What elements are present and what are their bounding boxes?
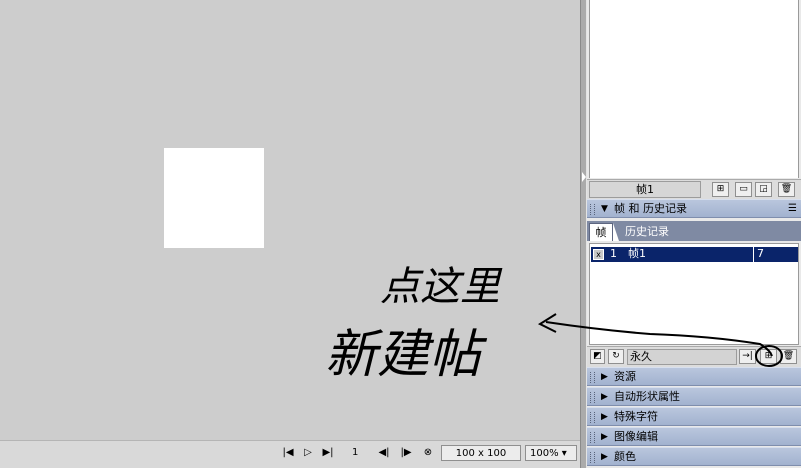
zoom-select[interactable]: 100% ▾: [525, 445, 577, 461]
tab-history[interactable]: 历史记录: [617, 224, 677, 241]
canvas-size-display[interactable]: 100 x 100: [441, 445, 521, 461]
status-bar: |◀ ▷ ▶| 1 ◀| |▶ ⊗ 100 x 100 100% ▾: [0, 440, 580, 468]
grip-icon[interactable]: [590, 412, 595, 423]
new-layer-icon[interactable]: ◲: [755, 182, 772, 197]
frame-name: 帧1: [628, 247, 646, 260]
collapsed-triangle-icon[interactable]: ▶: [601, 368, 608, 386]
stop-icon[interactable]: ⊗: [420, 445, 436, 461]
delete-icon[interactable]: 🗑: [780, 349, 797, 364]
frame-delay[interactable]: 7: [753, 247, 764, 262]
zoom-value: 100%: [530, 448, 559, 459]
collapsed-triangle-icon[interactable]: ▶: [601, 448, 608, 466]
play-icon[interactable]: ▷: [300, 445, 316, 461]
auto-shape-properties-panel-header[interactable]: ▶ 自动形状属性: [587, 387, 801, 406]
layers-panel-content: [589, 0, 799, 178]
panel-title: 资源: [614, 370, 636, 383]
tab-frames[interactable]: 帧: [589, 223, 613, 241]
collapse-arrow-icon[interactable]: [582, 172, 586, 182]
panel-title: 自动形状属性: [614, 390, 680, 403]
grip-icon[interactable]: [590, 372, 595, 383]
loop-icon[interactable]: ↻: [608, 349, 624, 364]
panel-title: 图像编辑: [614, 430, 658, 443]
panel-title: 特殊字符: [614, 410, 658, 423]
image-edit-panel-header[interactable]: ▶ 图像编辑: [587, 427, 801, 446]
chevron-down-icon: ▾: [561, 448, 567, 459]
options-menu-icon[interactable]: ☰: [788, 200, 797, 218]
canvas-area[interactable]: [0, 0, 580, 440]
add-frame-icon[interactable]: ⊞: [760, 349, 777, 364]
document-canvas[interactable]: [164, 148, 264, 248]
frame-number: 1: [610, 247, 617, 260]
loop-select[interactable]: 永久: [627, 349, 737, 365]
onion-skin-icon[interactable]: ◩: [590, 349, 605, 364]
last-frame-icon[interactable]: ▶|: [320, 445, 336, 461]
expanded-triangle-icon[interactable]: ▼: [601, 200, 608, 218]
grip-icon[interactable]: [590, 452, 595, 463]
collapsed-triangle-icon[interactable]: ▶: [601, 428, 608, 446]
first-frame-icon[interactable]: |◀: [280, 445, 296, 461]
trash-icon[interactable]: 🗑: [778, 182, 795, 197]
current-frame-number: 1: [352, 447, 359, 458]
prev-frame-icon[interactable]: ◀|: [376, 445, 392, 461]
frames-toolbar: 帧1 ⊞ ▭ ◲ 🗑: [587, 179, 801, 199]
collapsed-triangle-icon[interactable]: ▶: [601, 408, 608, 426]
frames-list-toolbar: ◩ ↻ 永久 →| ⊞ 🗑: [587, 346, 801, 367]
special-characters-panel-header[interactable]: ▶ 特殊字符: [587, 407, 801, 426]
grip-icon[interactable]: [590, 392, 595, 403]
add-layer-icon[interactable]: ⊞: [712, 182, 729, 197]
show-frame-checkbox[interactable]: x: [593, 249, 604, 260]
table-row[interactable]: x 1 帧1 7: [591, 247, 798, 262]
assets-panel-header[interactable]: ▶ 资源: [587, 367, 801, 386]
panel-title: 颜色: [614, 450, 636, 463]
panel-title: 帧 和 历史记录: [614, 202, 687, 215]
mask-icon[interactable]: ▭: [735, 182, 752, 197]
right-panel-dock: 帧1 ⊞ ▭ ◲ 🗑 ▼ 帧 和 历史记录 ☰ 帧 历史记录 x 1 帧1 7 …: [587, 0, 801, 468]
collapsed-triangle-icon[interactable]: ▶: [601, 388, 608, 406]
frames-history-panel-header[interactable]: ▼ 帧 和 历史记录 ☰: [587, 199, 801, 218]
tabs-bar: 帧 历史记录: [587, 221, 801, 241]
distribute-to-frames-icon[interactable]: →|: [739, 349, 756, 364]
frame-name-field[interactable]: 帧1: [589, 181, 701, 198]
panel-splitter[interactable]: [580, 0, 587, 468]
frame-list[interactable]: x 1 帧1 7: [589, 243, 799, 345]
grip-icon[interactable]: [590, 432, 595, 443]
grip-icon[interactable]: [590, 204, 595, 215]
color-panel-header[interactable]: ▶ 颜色: [587, 447, 801, 466]
next-frame-icon[interactable]: |▶: [398, 445, 414, 461]
